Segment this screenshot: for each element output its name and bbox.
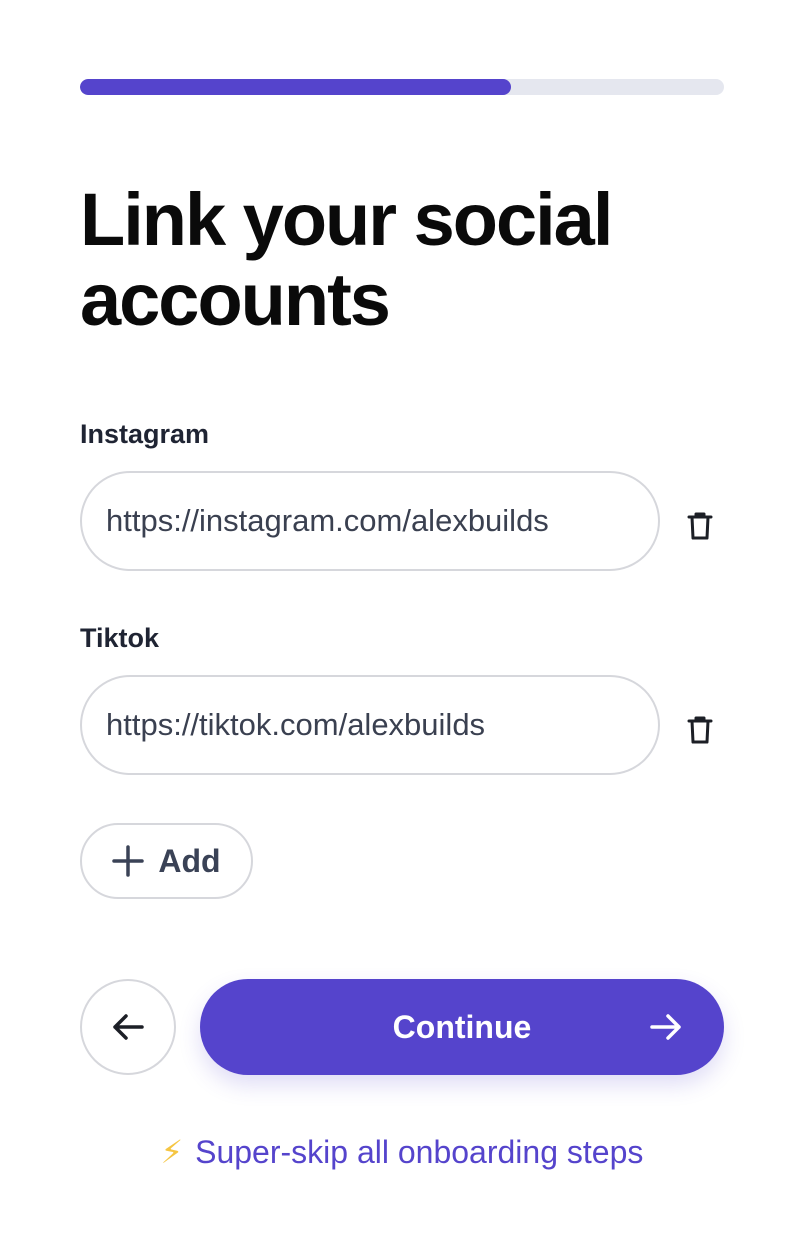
delete-tiktok-button[interactable] [680, 710, 720, 750]
onboarding-page: Link your social accounts Instagram Tikt… [0, 0, 804, 1237]
tiktok-url-field[interactable] [80, 675, 660, 775]
lightning-bolt-icon: ⚡ [160, 1134, 184, 1170]
super-skip-label: Super-skip all onboarding steps [195, 1134, 644, 1170]
progress-bar [80, 79, 724, 95]
trash-icon [687, 512, 713, 540]
super-skip-link[interactable]: ⚡ Super-skip all onboarding steps [0, 1133, 804, 1171]
back-button[interactable] [80, 979, 176, 1075]
continue-button[interactable]: Continue [200, 979, 724, 1075]
trash-icon [687, 716, 713, 744]
progress-bar-fill [80, 79, 512, 95]
instagram-label: Instagram [80, 419, 210, 449]
instagram-url-field[interactable] [80, 471, 660, 571]
add-button-label: Add [158, 842, 221, 879]
delete-instagram-button[interactable] [680, 506, 720, 546]
arrow-left-icon [113, 1014, 144, 1040]
continue-button-label: Continue [392, 1008, 532, 1045]
arrow-right-icon [650, 1014, 681, 1040]
plus-icon [112, 845, 145, 877]
page-title: Link your social accounts [80, 178, 613, 341]
add-account-button[interactable]: Add [80, 823, 253, 899]
tiktok-label: Tiktok [80, 623, 160, 653]
